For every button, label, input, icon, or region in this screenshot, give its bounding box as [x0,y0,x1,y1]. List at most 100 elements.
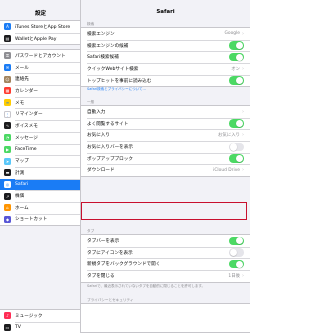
tabs-footer-note: Safariで、最近表示されていないタブを自動的に閉じることを許可します。 [87,284,206,288]
settings-row[interactable]: クイックWebサイト検索 オン › [81,63,250,75]
sidebar-item[interactable]: ▬ 計測 [0,166,80,179]
sidebar-item[interactable]: ◔ メッセージ [0,131,80,144]
toggle-switch[interactable] [229,259,244,269]
settings-row[interactable]: トップヒットを事前に読み込む [81,74,250,87]
settings-row[interactable]: タブにアイコンを表示 [81,246,250,259]
settings-row-value: オン [231,66,240,72]
sidebar-item[interactable]: ✉ メール [0,61,80,74]
sidebar-item[interactable]: ≡ メモ [0,96,80,109]
music-icon: ♪ [4,312,11,320]
wallet-icon: ▤ [4,35,11,43]
toggle-switch[interactable] [229,41,244,50]
settings-row[interactable]: 検索エンジン Google › [81,28,250,40]
sidebar-item-label: カレンダー [15,88,38,94]
settings-row-label: 検索エンジンの候補 [87,43,129,49]
contacts-icon: ☺ [4,75,11,83]
settings-row-label: タブバーを表示 [87,238,120,244]
tv-icon: ▭ [4,324,11,332]
chevron-right-icon: › [242,30,244,37]
chevron-right-icon: › [242,167,244,174]
settings-row[interactable]: ダウンロード iCloud Drive › [81,164,250,176]
settings-row[interactable]: よく閲覧するサイト [81,117,250,130]
sidebar-item-label: Safari [15,181,29,187]
safari-icon: ◎ [4,180,11,188]
app-store-icon: A [4,23,11,31]
reminders-icon: ⋮ [4,110,11,118]
toggle-switch[interactable] [229,52,244,62]
sidebar-item-label: WalletとApple Pay [15,36,57,42]
sidebar-item-label: リマインダー [15,112,43,118]
sidebar-item[interactable]: ➤ マップ [0,155,80,167]
sidebar-item[interactable]: ▭ TV [0,321,80,333]
messages-icon: ◔ [4,134,11,142]
sidebar-group-apps: ⚿ パスワードとアカウント ✉ メール ☺ 連絡先 ▦ カレンダー ≡ メモ ⋮ リマインダー ∿ ボイス… [0,49,80,227]
chevron-right-icon: › [242,132,244,139]
settings-row[interactable]: Safari検索候補 [81,51,250,63]
settings-row-label: Safari検索候補 [87,55,119,61]
settings-row-label: 新規タブをバックグラウンドで開く [87,262,161,268]
settings-row[interactable]: お気に入りバーを表示 [81,141,250,153]
settings-row[interactable]: ポップアップブロック [81,152,250,165]
home-icon: ⌂ [4,204,11,212]
sidebar-item[interactable]: ◆ ショートカット [0,213,80,226]
settings-row-label: タブにアイコンを表示 [87,250,133,256]
sidebar-item[interactable]: ▤ WalletとApple Pay [0,32,80,45]
sidebar-item-label: ボイスメモ [15,123,38,129]
sidebar-item-label: 連絡先 [15,77,29,83]
sidebar-item[interactable]: ▶ FaceTime [0,143,80,156]
sidebar-item[interactable]: ♪ ミュージック [0,310,80,322]
sidebar-item[interactable]: ⌂ ホーム [0,201,80,214]
stocks-icon: ↗ [4,192,11,200]
settings-row-label: タブを閉じる [87,273,115,279]
sidebar-item[interactable]: ▦ カレンダー [0,85,80,97]
search-settings-group: 検索エンジン Google › 検索エンジンの候補 Safari検索候補クイックWebサ… [81,27,250,88]
settings-row[interactable]: タブバーを表示 [81,235,250,247]
settings-row[interactable]: お気に入り お気に入り › [81,129,250,141]
notes-icon: ≡ [4,99,11,107]
toggle-switch[interactable] [229,142,244,152]
toggle-switch[interactable] [229,119,244,128]
settings-row[interactable]: タブを閉じる 1日後 › [81,270,250,282]
shortcuts-icon: ◆ [4,215,11,223]
toggle-switch[interactable] [229,76,244,85]
settings-row[interactable]: 新規タブをバックグラウンドで開く [81,258,250,270]
chevron-right-icon: › [242,272,244,279]
settings-row-label: よく閲覧するサイト [87,121,129,127]
sidebar-item-label: メッセージ [15,135,38,141]
settings-row-label: お気に入りバーを表示 [87,144,133,150]
sidebar-item[interactable]: ⋮ リマインダー [0,108,80,120]
settings-row[interactable]: 検索エンジンの候補 [81,39,250,52]
settings-row-label: クイックWebサイト検索 [87,66,139,72]
sidebar-item-label: パスワードとアカウント [15,53,66,59]
sidebar-item-label: TV [15,325,21,331]
privacy-settings-group [81,303,250,333]
sidebar-item-label: メール [15,65,29,71]
toggle-switch[interactable] [229,236,244,246]
general-settings-group: 自動入力 › よく閲覧するサイトお気に入り お気に入り › お気に入りバーを表示ポップアッ… [81,105,250,178]
key-icon: ⚿ [4,52,11,60]
sidebar-item[interactable]: ☺ 連絡先 [0,73,80,85]
sidebar-item-label: ショートカット [15,217,48,223]
settings-row-label: ダウンロード [87,168,115,174]
measure-icon: ▬ [4,169,11,177]
sidebar-item[interactable]: ↗ 株価 [0,190,80,202]
sidebar-title: 設定 [34,11,46,17]
settings-row[interactable]: 自動入力 › [81,106,250,118]
search-privacy-link[interactable]: Safari検索とプライバシーについて… [87,87,245,92]
sidebar-item[interactable]: ◎ Safari [0,178,80,191]
sidebar-group-stores: AiTunes StoreとApp Store ▤ WalletとApple Pay [0,20,80,46]
toggle-switch[interactable] [229,154,244,163]
sidebar-item-label: FaceTime [15,146,37,152]
sidebar-item-label: iTunes StoreとApp Store [15,24,71,30]
settings-sidebar: 設定 AiTunes StoreとApp Store ▤ WalletとApple … [0,0,81,333]
settings-row-label: 検索エンジン [87,31,115,37]
sidebar-item[interactable]: ⚿ パスワードとアカウント [0,50,80,62]
chevron-right-icon: › [242,65,244,72]
calendar-icon: ▦ [4,87,11,95]
sidebar-item[interactable]: AiTunes StoreとApp Store [0,21,80,33]
facetime-icon: ▶ [4,145,11,153]
toggle-switch[interactable] [229,248,244,257]
maps-icon: ➤ [4,157,11,165]
settings-row-value: お気に入り [218,133,240,139]
sidebar-item[interactable]: ∿ ボイスメモ [0,120,80,132]
